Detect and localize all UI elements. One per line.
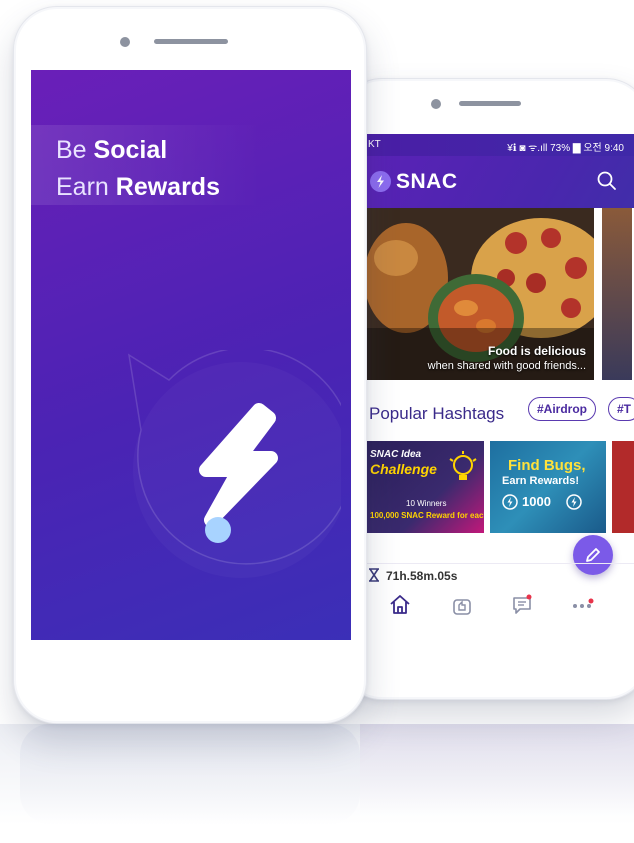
idea-challenge-card[interactable]: SNAC Idea Challenge 10 Winners 100,000 S… xyxy=(366,441,484,533)
back-phone-reflection xyxy=(360,724,634,814)
snac-bolt-logo-icon xyxy=(127,350,341,565)
next-card-peek[interactable] xyxy=(612,441,634,533)
hero-banner[interactable]: Food is delicious when shared with good … xyxy=(366,208,594,380)
bugs-card-line2: Earn Rewards! xyxy=(502,475,580,487)
idea-card-line2: Challenge xyxy=(370,461,437,477)
home-icon[interactable] xyxy=(388,593,412,622)
pencil-icon xyxy=(586,548,600,562)
search-icon[interactable] xyxy=(596,170,618,197)
tagline-line2-prefix: Earn xyxy=(56,173,109,201)
bugs-card-amount: 1000 xyxy=(522,494,551,509)
snac-coin-icon xyxy=(502,494,518,510)
idea-card-winners: 10 Winners xyxy=(406,499,447,508)
thumbs-up-icon[interactable] xyxy=(450,593,474,622)
tagline-line2: Earn Rewards xyxy=(56,169,220,206)
snac-logo-icon xyxy=(370,171,391,192)
status-indicators: ¥ℹ ◙ ᯤ.ıll 73% ▇ 오전 9:40 xyxy=(507,143,624,154)
splash-tagline: Be Social Earn Rewards xyxy=(56,132,220,206)
bugs-card-line1: Find Bugs, xyxy=(508,457,586,474)
chat-icon[interactable] xyxy=(510,593,534,622)
status-bar: KT ¥ℹ ◙ ᯤ.ıll 73% ▇ 오전 9:40 xyxy=(366,134,634,156)
hashtag-chip-next[interactable]: #T xyxy=(608,397,634,421)
front-phone: Be Social Earn Rewards xyxy=(13,6,367,724)
app-brand-title: SNAC xyxy=(396,170,458,193)
earpiece-speaker xyxy=(154,39,228,44)
hourglass-icon xyxy=(369,568,379,582)
tagline-line1: Be Social xyxy=(56,132,220,169)
carrier-label: KT xyxy=(368,139,381,150)
back-phone: KT ¥ℹ ◙ ᯤ.ıll 73% ▇ 오전 9:40 SNAC Food is… xyxy=(338,78,634,700)
popular-hashtags-title: Popular Hashtags xyxy=(369,404,505,423)
hero-caption-line1: Food is delicious xyxy=(487,344,586,358)
front-camera xyxy=(120,37,130,47)
snac-token-icon xyxy=(566,494,582,510)
next-banner-peek[interactable] xyxy=(602,208,632,380)
splash-screen: Be Social Earn Rewards xyxy=(31,70,351,640)
hero-caption-line2: when shared with good friends... xyxy=(427,360,586,372)
app-screen: KT ¥ℹ ◙ ᯤ.ıll 73% ▇ 오전 9:40 SNAC Food is… xyxy=(366,134,634,654)
tagline-line2-bold: Rewards xyxy=(115,173,220,201)
countdown-timer: 71h.58m.05s xyxy=(366,563,634,586)
phone-reflection xyxy=(0,724,634,843)
tagline-line1-bold: Social xyxy=(93,136,168,164)
lightbulb-icon xyxy=(449,451,477,480)
earpiece-speaker xyxy=(459,101,521,106)
hashtag-chip-airdrop[interactable]: #Airdrop xyxy=(528,397,597,421)
idea-card-line1: SNAC Idea xyxy=(370,449,422,460)
app-bar: SNAC xyxy=(366,156,634,208)
idea-card-reward: 100,000 SNAC Reward for each xyxy=(370,511,484,520)
find-bugs-card[interactable]: Find Bugs, Earn Rewards! 1000 xyxy=(490,441,606,533)
tagline-line1-prefix: Be xyxy=(56,136,87,164)
more-icon[interactable] xyxy=(570,593,594,622)
front-camera xyxy=(431,99,441,109)
front-phone-reflection xyxy=(20,724,360,824)
countdown-value: 71h.58m.05s xyxy=(386,569,458,583)
